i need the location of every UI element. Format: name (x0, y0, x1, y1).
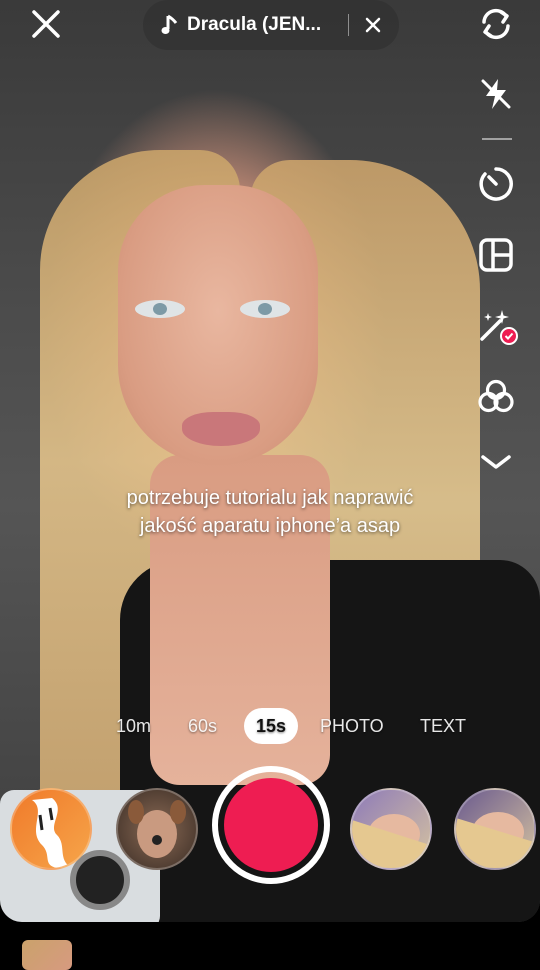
duration-mode-selector: 10m 60s 15s PHOTO TEXT (0, 708, 540, 744)
more-tools-button[interactable] (474, 440, 518, 484)
flash-off-icon (481, 79, 511, 109)
filters-icon (478, 379, 514, 413)
pill-divider (348, 14, 349, 36)
caption-overlay: potrzebuje tutorialu jak naprawić jakość… (60, 484, 480, 540)
layout-grid-icon (479, 238, 513, 272)
timer-icon (479, 167, 513, 201)
subject-eye (135, 300, 185, 318)
caption-line: potrzebuje tutorialu jak naprawić (126, 487, 414, 509)
effect-thumbnail[interactable] (10, 788, 92, 870)
close-button[interactable] (26, 4, 66, 44)
effect-portrait-icon (456, 812, 534, 868)
enabled-check-badge (500, 327, 518, 345)
flip-camera-button[interactable] (474, 2, 518, 46)
music-note-icon (161, 14, 178, 34)
flip-camera-icon (482, 8, 510, 40)
caption-line: jakość aparatu iphone’a asap (139, 515, 401, 537)
mode-10m[interactable]: 10m (116, 708, 151, 744)
sound-selector[interactable]: Dracula (JEN... (143, 0, 399, 50)
mode-photo[interactable]: PHOTO (320, 708, 384, 744)
effect-portrait-icon (352, 814, 430, 868)
enhance-button[interactable] (474, 303, 518, 347)
check-icon (504, 332, 514, 340)
mode-15s[interactable]: 15s (244, 708, 299, 744)
effect-dog-ears-icon (128, 800, 186, 858)
flash-button[interactable] (474, 72, 518, 116)
sound-title: Dracula (JEN... (187, 14, 322, 35)
effect-thumbnail[interactable] (454, 788, 536, 870)
close-icon (32, 10, 60, 38)
gallery-thumbnail[interactable] (22, 940, 72, 970)
mode-60s[interactable]: 60s (188, 708, 217, 744)
mode-text[interactable]: TEXT (420, 708, 466, 744)
toolbar-separator (482, 138, 512, 140)
camera-preview: Dracula (JEN... potrzebuje tutorialu jak… (0, 0, 540, 922)
effect-melt-icon (32, 798, 72, 868)
subject-lips (182, 412, 260, 446)
record-core (224, 778, 318, 872)
effect-thumbnail[interactable] (116, 788, 198, 870)
filters-button[interactable] (474, 375, 518, 419)
effect-thumbnail[interactable] (350, 788, 432, 870)
record-button[interactable] (212, 766, 330, 884)
subject-eye (240, 300, 290, 318)
chevron-down-icon (481, 455, 511, 469)
layout-button[interactable] (474, 233, 518, 277)
remove-sound-icon[interactable] (365, 17, 381, 33)
timer-button[interactable] (474, 162, 518, 206)
bottom-bar (0, 922, 540, 970)
